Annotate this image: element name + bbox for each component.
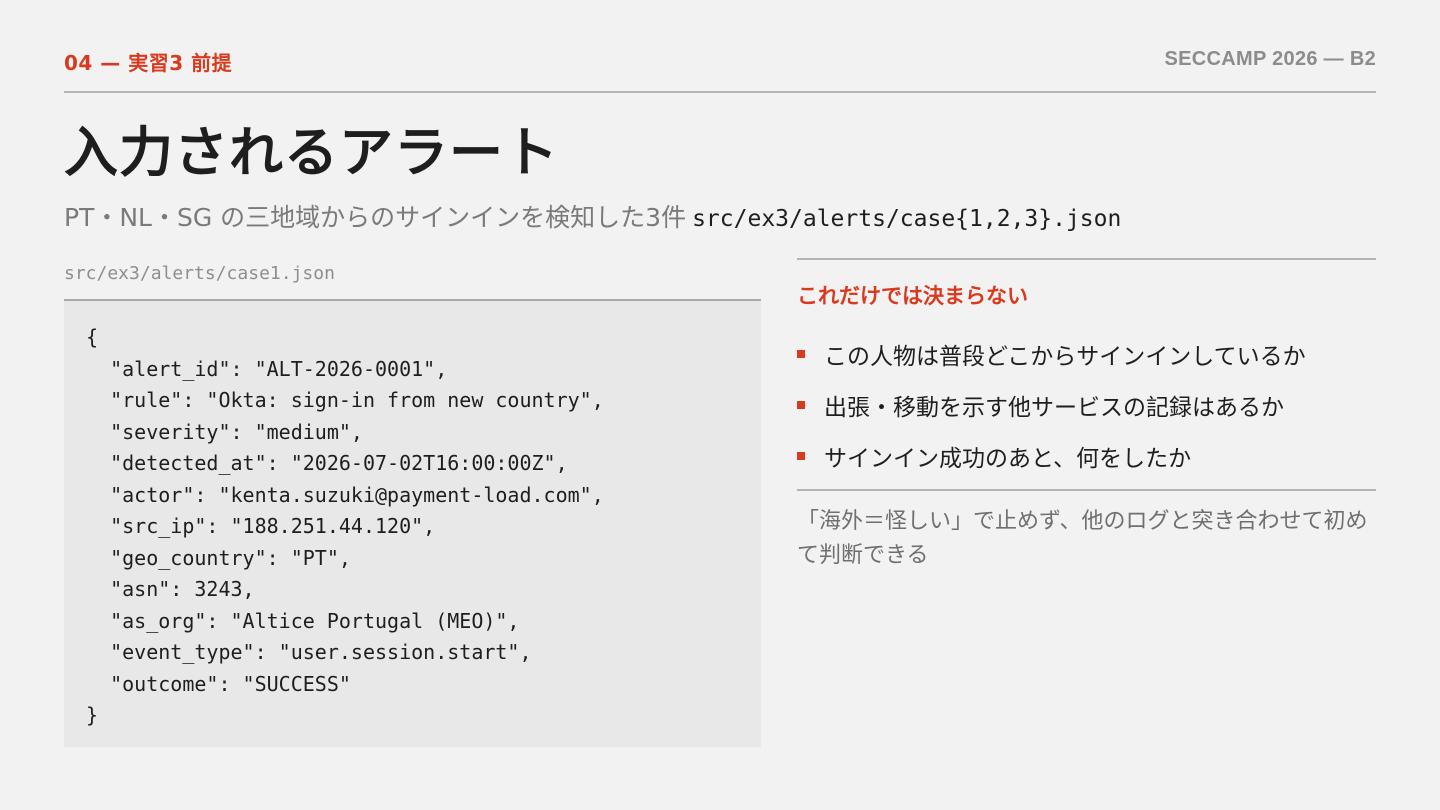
deck-identifier: SECCAMP 2026 — B2 [1164,48,1376,70]
square-bullet-icon [797,451,805,460]
code-line: "detected_at": "2026-07-02T16:00:00Z", [86,451,568,475]
code-file-label: src/ex3/alerts/case1.json [64,263,335,284]
code-line: "geo_country": "PT", [86,545,351,570]
slide-title: 入力されるアラート [64,121,559,184]
section-kicker: 04 — 実習3 前提 [64,51,233,75]
code-line: "asn": 3243, [86,577,255,601]
list-item: この人物は普段どこからサインインしているか [797,328,1306,379]
code-line: "actor": "kenta.suzuki@payment-load.com"… [86,482,604,507]
code-line: "as_org": "Altice Portugal (MEO)", [86,608,520,633]
header-divider [64,91,1376,93]
list-item-text: 出張・移動を示す他サービスの記録はあるか [824,394,1284,421]
code-line: "src_ip": "188.251.44.120", [86,514,436,538]
right-panel-bottom-divider [797,489,1376,491]
code-line: "alert_id": "ALT-2026-0001", [86,356,448,381]
right-panel-top-divider [797,258,1376,260]
subtitle-text: PT・NL・SG の三地域からのサインインを検知した3件 [64,203,687,232]
conclusion-note: 「海外＝怪しい」で止めず、他のログと突き合わせて初めて判断できる [797,509,1368,568]
code-line: "outcome": "SUCCESS" [86,671,351,696]
list-item: サインイン成功のあと、何をしたか [797,430,1306,481]
subtitle-file-path: src/ex3/alerts/case{1,2,3}.json [692,206,1122,232]
code-line: "rule": "Okta: sign-in from new country"… [86,388,604,412]
list-item-text: サインイン成功のあと、何をしたか [824,445,1192,472]
code-line: "event_type": "user.session.start", [86,640,532,664]
list-item: 出張・移動を示す他サービスの記録はあるか [797,379,1306,430]
json-code-block: { "alert_id": "ALT-2026-0001", "rule": "… [64,301,761,747]
question-list: この人物は普段どこからサインインしているか 出張・移動を示す他サービスの記録はあ… [797,328,1306,481]
code-line: "severity": "medium", [86,419,363,444]
square-bullet-icon [797,400,805,409]
code-line: { [86,325,99,349]
list-item-text: この人物は普段どこからサインインしているか [824,343,1306,370]
slide-subtitle: PT・NL・SG の三地域からのサインインを検知した3件 src/ex3/aler… [64,198,1121,234]
square-bullet-icon [797,349,805,358]
code-line: } [86,703,99,727]
right-panel-heading: これだけでは決まらない [797,284,1028,308]
